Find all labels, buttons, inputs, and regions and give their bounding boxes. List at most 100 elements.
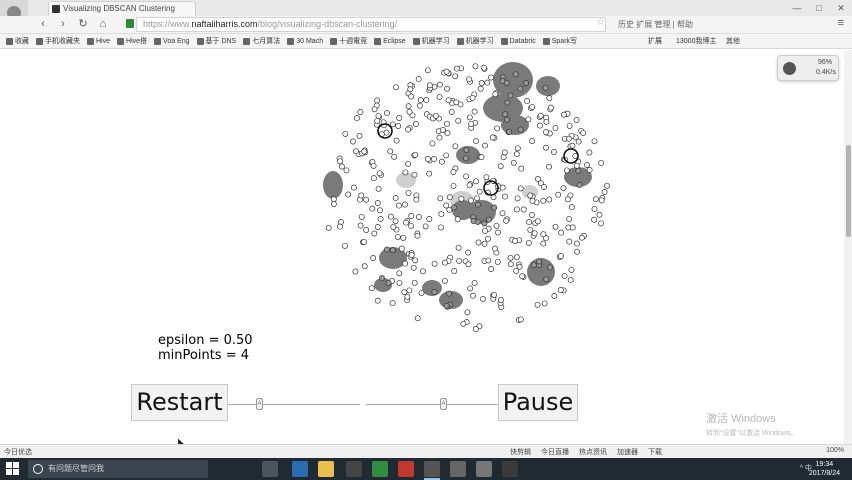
app-icon[interactable] [398,461,414,477]
status-item[interactable]: 加速器 [617,447,638,457]
bookmark-item[interactable]: Voa Eng [154,37,190,45]
windows-start-icon[interactable] [6,462,20,476]
taskbar-search-placeholder: 有问题尽管问我 [48,464,104,473]
app-icon[interactable] [502,461,518,477]
taskbar-search[interactable]: 有问题尽管问我 [28,460,208,478]
bookmark-item[interactable]: 机器学习 [412,36,450,46]
minimize-button[interactable]: — [786,0,808,16]
bookmark-item[interactable]: Eclipse [374,37,406,45]
data-point [369,205,376,212]
data-point [394,233,401,240]
bookmark-right-item[interactable]: 其他 [726,36,740,46]
data-point [510,159,517,166]
data-point [566,215,573,222]
data-point [387,148,394,155]
home-icon[interactable]: ⌂ [96,17,110,31]
data-point [453,99,460,106]
data-point [325,224,332,231]
data-point [377,215,384,222]
url-field[interactable]: https://www.naftaliharris.com/blog/visua… [136,17,606,32]
data-point [385,279,392,286]
taskbar-clock[interactable]: 19:34 2017/8/24 [809,460,840,478]
data-point [501,193,508,200]
data-point [580,129,587,136]
back-arrow-icon[interactable]: ‹ [36,17,50,31]
bookmark-star-icon[interactable]: ☆ [596,17,605,28]
data-point [402,260,409,267]
status-item[interactable]: 快剪辑 [510,447,531,457]
data-point [470,292,476,299]
task-view-icon[interactable] [262,461,278,477]
status-left-item[interactable]: 今日优选 [4,447,32,457]
close-button[interactable]: ✕ [830,0,852,16]
data-point [443,68,450,75]
app-icon[interactable] [476,461,492,477]
scrollbar-thumb[interactable] [846,145,851,237]
bookmark-item[interactable]: 七月算法 [243,36,280,46]
data-point [437,195,444,202]
data-point [546,163,553,170]
bookmark-item[interactable]: Databric [500,37,536,45]
bookmark-item[interactable]: 30 Mach [287,37,323,45]
data-point [458,195,465,202]
forward-arrow-icon[interactable]: › [56,17,70,31]
store-icon[interactable] [346,461,362,477]
epsilon-slider-track[interactable] [228,404,360,405]
data-point [500,154,507,161]
bookmark-item[interactable]: 基于 DNS [196,36,236,46]
bookmark-right-item[interactable]: 扩展 [648,36,662,46]
data-point [512,71,519,78]
toolbar-extension-text[interactable]: 历史 扩展 管理 | 帮助 [618,19,693,30]
data-point [405,103,412,110]
data-point [485,257,492,264]
bookmark-favicon-icon [330,37,338,45]
bookmark-item[interactable]: Spark写 [542,36,577,46]
active-browser-icon[interactable] [424,461,440,480]
page-scrollbar[interactable] [844,50,852,444]
bookmark-item[interactable]: 收藏 [6,36,29,46]
data-point [503,79,510,86]
epsilon-slider-handle[interactable]: A [256,398,263,410]
data-point [514,195,521,202]
pause-button[interactable]: Pause [498,384,578,421]
bookmark-item[interactable]: 机器学习 [456,36,494,46]
data-point [481,64,487,71]
minpoints-slider-track[interactable] [366,404,498,405]
data-point [474,195,481,202]
status-item[interactable]: 今日直播 [541,447,569,457]
data-point [352,268,359,275]
data-point [499,210,506,217]
maximize-button[interactable]: □ [808,0,830,16]
browser-tab[interactable]: Visualizing DBSCAN Clustering [48,1,196,16]
file-explorer-icon[interactable] [318,461,334,477]
minpoints-slider-handle[interactable]: A [440,398,447,410]
status-item[interactable]: 热点资讯 [579,447,607,457]
menu-icon[interactable]: ≡ [838,17,844,29]
bookmark-right-item[interactable]: 13000我博主 [676,36,716,46]
app-icon[interactable] [450,461,466,477]
data-point [552,223,559,230]
zoom-level[interactable]: 100% [826,447,844,454]
restart-button[interactable]: Restart [131,384,228,421]
dbscan-visualization[interactable] [0,50,844,444]
reload-icon[interactable]: ↻ [76,17,90,31]
data-point [337,223,343,230]
data-point [596,211,603,218]
data-point [504,116,510,123]
bookmark-item[interactable]: Hive [87,37,110,45]
extension-badge[interactable]: 96% 0.4K/s [777,55,839,81]
data-point [431,156,437,162]
browser-360-icon[interactable] [372,461,388,477]
data-point [402,169,409,176]
status-item[interactable]: 下载 [648,447,662,457]
bookmark-item[interactable]: 十週電竞 [330,36,367,46]
edge-icon[interactable] [292,461,308,477]
data-point [566,238,573,245]
data-point [389,247,396,254]
data-point [403,219,410,226]
data-point [406,108,413,115]
bookmark-favicon-icon [6,37,13,45]
bookmark-item[interactable]: 手机收藏夹 [36,36,80,46]
data-point [497,163,504,170]
bookmark-item[interactable]: Hive搭 [117,36,147,46]
